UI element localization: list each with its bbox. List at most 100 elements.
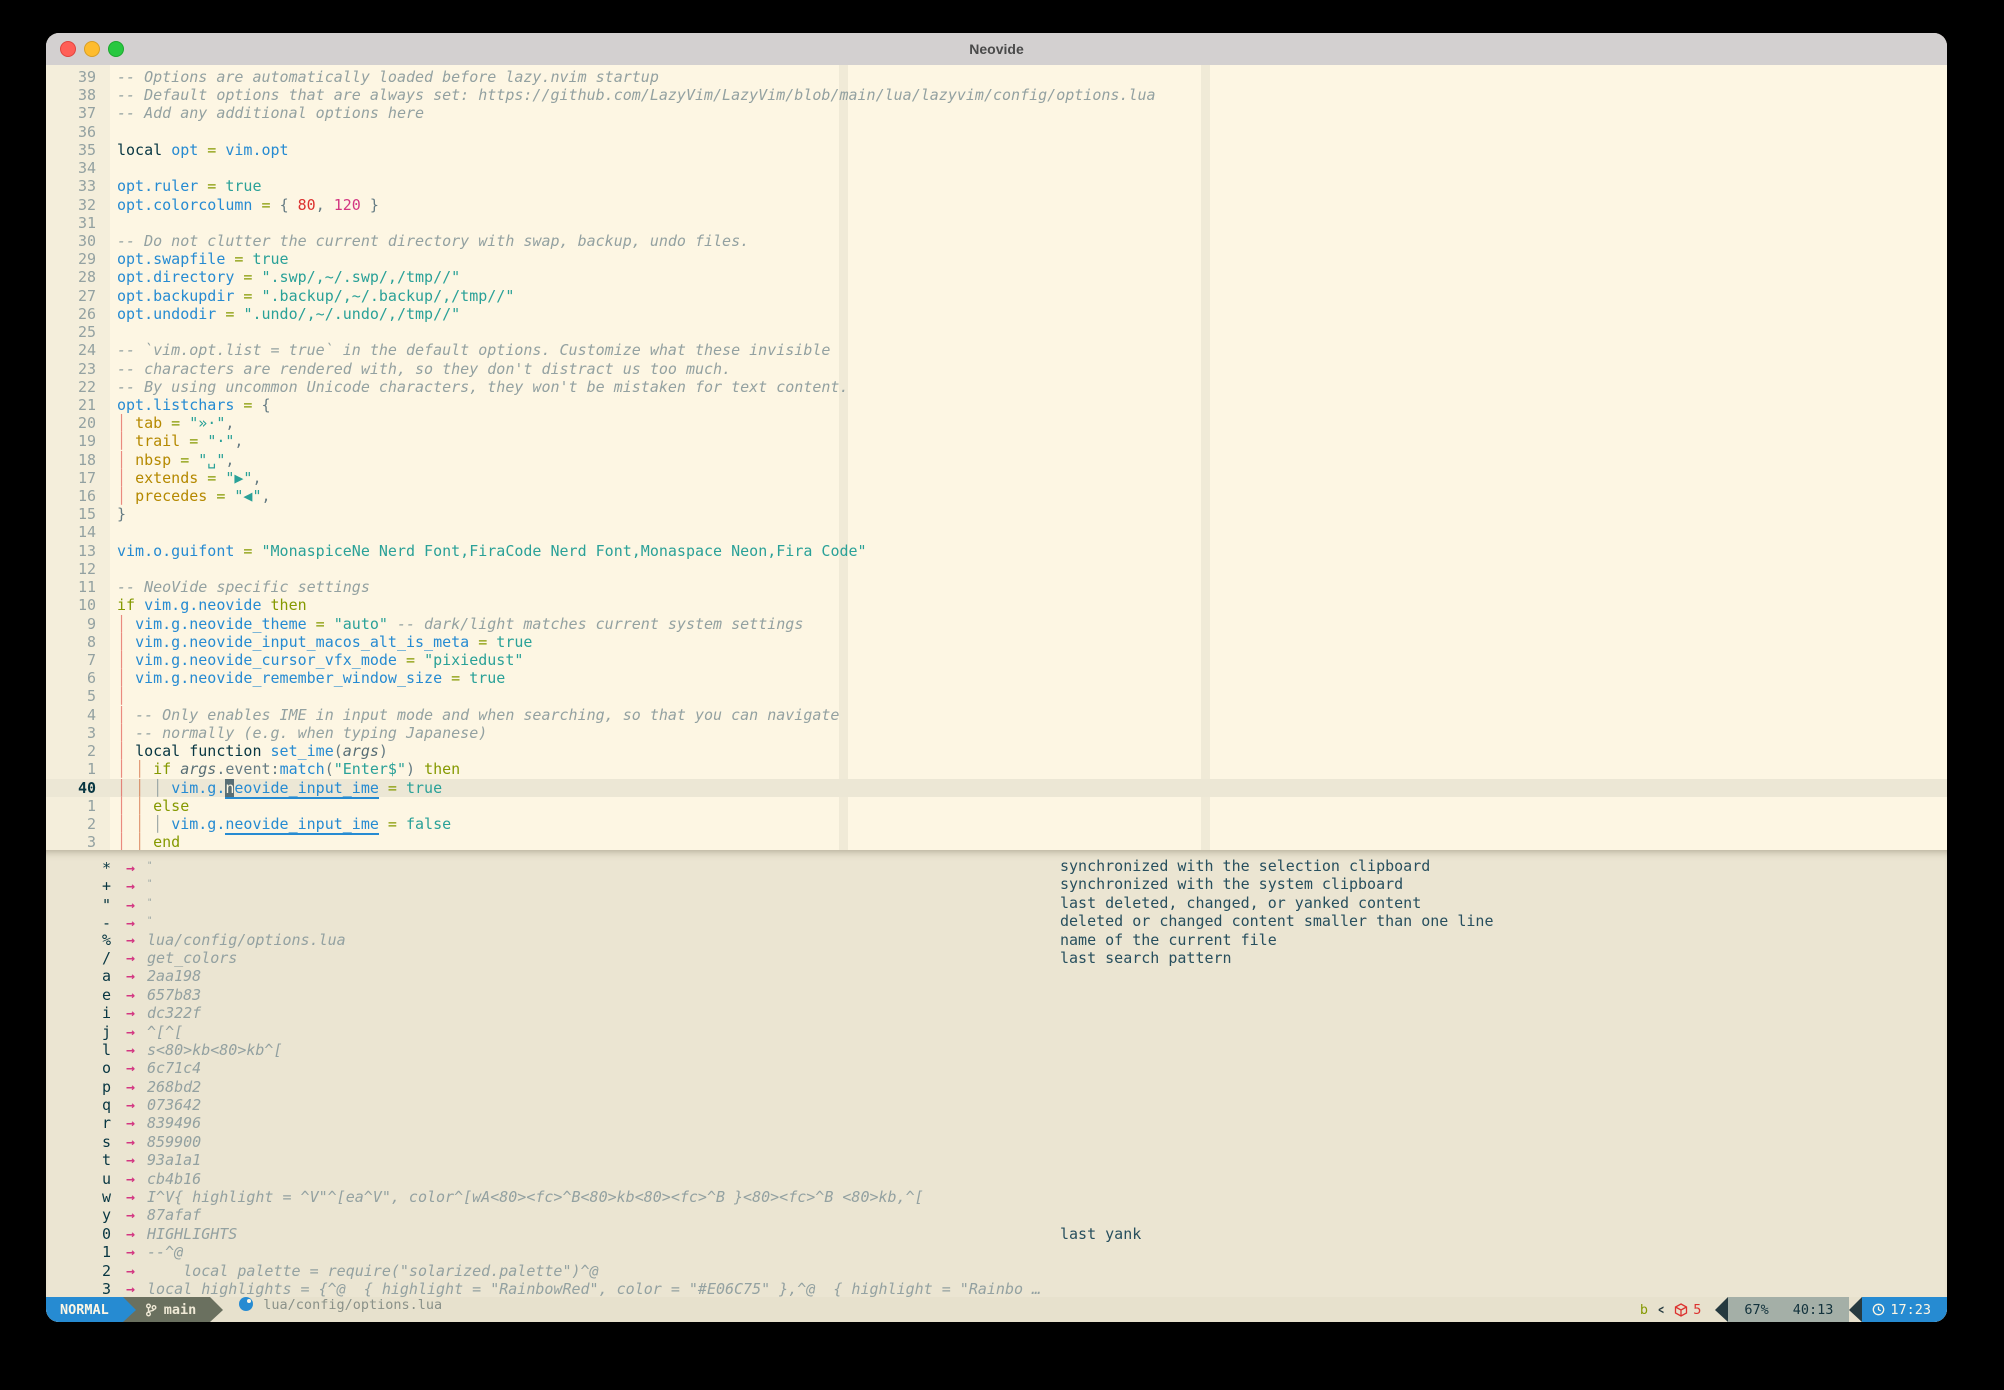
code-text: │ -- normally (e.g. when typing Japanese… xyxy=(117,724,487,742)
register-row: 2→ local palette = require("solarized.pa… xyxy=(46,1262,1947,1280)
code-line: 3 │ -- normally (e.g. when typing Japanes… xyxy=(46,724,1947,742)
code-line: 7│ vim.g.neovide_cursor_vfx_mode = "pixi… xyxy=(46,651,1947,669)
arrow-right-icon: → xyxy=(126,1042,135,1059)
line-number: 13 xyxy=(46,542,96,560)
register-row: u → cb4b16 xyxy=(46,1170,1947,1188)
register-value: 073642 xyxy=(147,1096,201,1114)
register-name: i xyxy=(102,1004,117,1022)
cursor-position: 40:13 xyxy=(1793,1302,1834,1318)
register-name: j xyxy=(102,1023,117,1041)
code-line: 13vim.o.guifont = "MonaspiceNe Nerd Font… xyxy=(46,542,1947,560)
line-number: 31 xyxy=(46,214,96,232)
line-number: 29 xyxy=(46,250,96,268)
powerline-separator-icon xyxy=(1849,1297,1862,1322)
register-description: last yank xyxy=(1060,1225,1141,1243)
register-row: s→859900 xyxy=(46,1133,1947,1151)
code-line: 22-- By using uncommon Unicode character… xyxy=(46,378,1947,396)
clock-segment: 17:23 xyxy=(1862,1297,1947,1322)
register-description: synchronized with the system clipboard xyxy=(1060,875,1403,893)
title-bar[interactable]: Neovide xyxy=(46,33,1947,66)
plugin-updates-badge[interactable]: 5 xyxy=(1674,1297,1701,1322)
register-name: % xyxy=(102,931,117,949)
code-line: 38-- Default options that are always set… xyxy=(46,86,1947,104)
code-line: 8│ vim.g.neovide_input_macos_alt_is_meta… xyxy=(46,633,1947,651)
register-value: local highlights = {^@ { highlight = "Ra… xyxy=(147,1280,1041,1298)
code-text: opt.colorcolumn = { 80, 120 } xyxy=(117,196,379,214)
register-value: ^[^[ xyxy=(147,1023,183,1041)
code-text: │ │ │ vim.g.neovide_input_ime = true xyxy=(117,779,442,797)
line-number: 7 xyxy=(46,651,96,669)
register-row: a→2aa198 xyxy=(46,967,1947,985)
code-line: 39 -- Options are automatically loaded be… xyxy=(46,68,1947,86)
register-name: o xyxy=(102,1059,117,1077)
code-text: -- Do not clutter the current directory … xyxy=(117,232,749,250)
register-name: u xyxy=(102,1170,117,1188)
line-number: 6 xyxy=(46,669,96,687)
line-number: 19 xyxy=(46,432,96,450)
git-branch-name: main xyxy=(164,1302,197,1318)
code-line: 5│ xyxy=(46,687,1947,705)
status-bar: NORMAL main lua/config/options.lua b < 5… xyxy=(46,1297,1947,1322)
line-number: 10 xyxy=(46,596,96,614)
register-row: r→839496 xyxy=(46,1114,1947,1132)
line-number: 39 xyxy=(46,68,96,86)
code-line: 19│ trail = "·", xyxy=(46,432,1947,450)
file-path[interactable]: lua/config/options.lua xyxy=(263,1297,442,1322)
code-text: -- NeoVide specific settings xyxy=(117,578,370,596)
arrow-right-icon: → xyxy=(126,1060,135,1077)
code-line: 1│ │ if args.event:match("Enter$") then xyxy=(46,760,1947,778)
code-text: │ xyxy=(117,687,126,705)
line-number: 28 xyxy=(46,268,96,286)
line-number: 11 xyxy=(46,578,96,596)
register-value: local palette = require("solarized.palet… xyxy=(147,1262,599,1280)
line-number: 5 xyxy=(46,687,96,705)
code-line: 34 xyxy=(46,159,1947,177)
line-number: 36 xyxy=(46,123,96,141)
clock-time: 17:23 xyxy=(1890,1302,1931,1318)
code-line: 35 local opt = vim.opt xyxy=(46,141,1947,159)
register-name: a xyxy=(102,967,117,985)
line-number: 30 xyxy=(46,232,96,250)
code-text: local opt = vim.opt xyxy=(117,141,289,159)
code-text: │ -- Only enables IME in input mode and … xyxy=(117,706,839,724)
code-text: opt.undodir = ".undo/,~/.undo/,/tmp//" xyxy=(117,305,460,323)
clock-icon xyxy=(1872,1303,1885,1316)
code-line: 25 xyxy=(46,323,1947,341)
line-number: 25 xyxy=(46,323,96,341)
code-line: 3│ │ end xyxy=(46,833,1947,850)
powerline-separator-icon xyxy=(1715,1297,1728,1322)
line-number: 35 xyxy=(46,141,96,159)
line-number: 3 xyxy=(46,724,96,742)
register-row: 0→HIGHLIGHTSlast yank xyxy=(46,1225,1947,1243)
editor-area[interactable]: 39 -- Options are automatically loaded be… xyxy=(46,65,1947,850)
line-number: 4 xyxy=(46,706,96,724)
git-branch-segment[interactable]: main xyxy=(123,1297,211,1322)
code-line: 2│ local function set_ime(args) xyxy=(46,742,1947,760)
register-value: cb4b16 xyxy=(147,1170,201,1188)
code-line: 20│ tab = "»·", xyxy=(46,414,1947,432)
line-number: 22 xyxy=(46,378,96,396)
package-icon xyxy=(1674,1303,1688,1317)
code-line: 16│ precedes = "◀", xyxy=(46,487,1947,505)
register-description: last search pattern xyxy=(1060,949,1232,967)
code-text: │ extends = "▶", xyxy=(117,469,262,487)
register-row: o→6c71c4 xyxy=(46,1059,1947,1077)
arrow-right-icon: → xyxy=(126,1263,135,1280)
register-name: q xyxy=(102,1096,117,1114)
code-text: -- Options are automatically loaded befo… xyxy=(117,68,659,86)
register-description: synchronized with the selection clipboar… xyxy=(1060,857,1430,875)
registers-panel[interactable]: *→"synchronized with the selection clipb… xyxy=(46,850,1947,1297)
git-branch-icon xyxy=(145,1303,157,1317)
line-number: 27 xyxy=(46,287,96,305)
arrow-right-icon: → xyxy=(126,897,135,914)
arrow-right-icon: → xyxy=(126,1134,135,1151)
code-text: } xyxy=(117,505,126,523)
code-line: 37-- Add any additional options here xyxy=(46,104,1947,122)
register-name: y xyxy=(102,1206,117,1224)
plugin-updates-count: 5 xyxy=(1693,1302,1701,1318)
arrow-right-icon: → xyxy=(126,1189,135,1206)
code-line: 24-- `vim.opt.list = true` in the defaul… xyxy=(46,341,1947,359)
code-line: 27opt.backupdir = ".backup/,~/.backup/,/… xyxy=(46,287,1947,305)
arrow-right-icon: → xyxy=(126,1171,135,1188)
code-text: │ │ if args.event:match("Enter$") then xyxy=(117,760,460,778)
